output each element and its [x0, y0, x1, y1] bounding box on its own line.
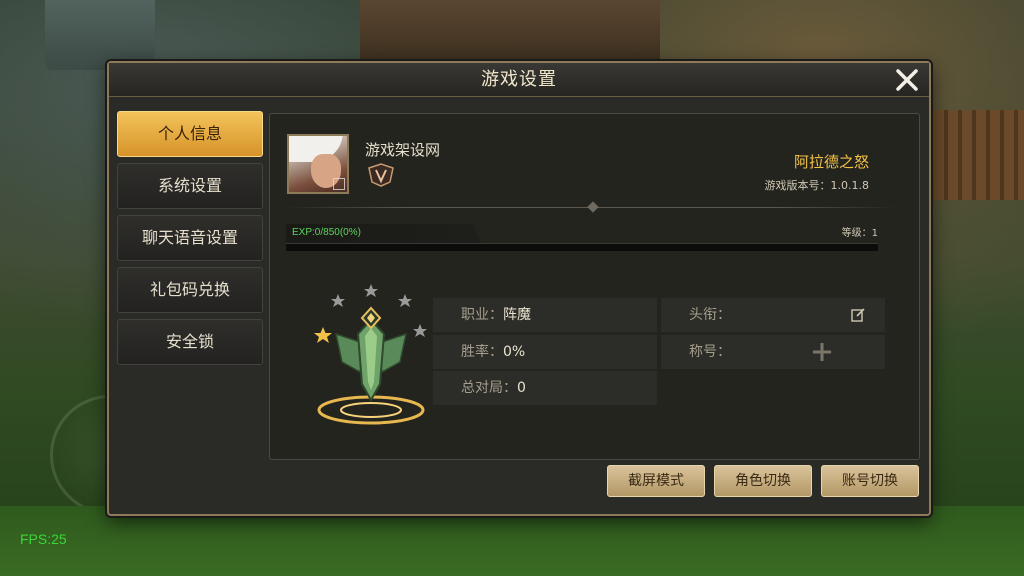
rank-emblem-icon: [314, 284, 427, 425]
background-tower: [45, 0, 155, 70]
game-settings-dialog: 游戏设置 个人信息 系统设置 聊天语音设置 礼包码兑换 安全锁 游戏架设网 阿拉…: [107, 61, 931, 516]
menu-item-security-lock[interactable]: 安全锁: [117, 319, 263, 365]
game-version: 游戏版本号：1.0.1.8: [764, 179, 869, 192]
exp-track: [286, 243, 878, 251]
menu-item-system-settings[interactable]: 系统设置: [117, 163, 263, 209]
plus-icon[interactable]: [811, 341, 833, 363]
total-matches-value: 0: [517, 380, 526, 396]
total-matches-stat: 总对局：0: [433, 371, 657, 405]
switch-character-button[interactable]: 角色切换: [714, 465, 812, 497]
nickname-label: 称号：: [689, 344, 731, 360]
dialog-header: 游戏设置: [109, 63, 929, 97]
star-icon: [314, 327, 332, 343]
avatar[interactable]: [287, 134, 349, 194]
background-fence: [934, 110, 1024, 200]
winrate-stat: 胜率：0%: [433, 335, 657, 369]
exp-text: EXP:0/850(0%): [292, 227, 361, 238]
menu-item-personal-info[interactable]: 个人信息: [117, 111, 263, 157]
nickname-stat: 称号：: [661, 335, 885, 369]
dialog-title: 游戏设置: [481, 69, 557, 90]
server-name: 阿拉德之怒: [793, 153, 869, 171]
menu-item-chat-voice-settings[interactable]: 聊天语音设置: [117, 215, 263, 261]
divider-ornament: [587, 201, 599, 213]
edit-icon: [333, 178, 345, 190]
personal-info-panel: 游戏架设网 阿拉德之怒 游戏版本号：1.0.1.8 EXP:0/850(0%) …: [269, 113, 920, 460]
head-title-stat: 头衔：: [661, 298, 885, 332]
winrate-label: 胜率：: [461, 344, 503, 360]
menu-item-gift-code[interactable]: 礼包码兑换: [117, 267, 263, 313]
rank-badge-icon: [368, 163, 394, 187]
close-button[interactable]: [893, 66, 921, 94]
winrate-value: 0%: [503, 344, 526, 360]
switch-account-button[interactable]: 账号切换: [821, 465, 919, 497]
job-stat: 职业：阵魔: [433, 298, 657, 332]
close-icon: [896, 69, 918, 91]
head-title-label: 头衔：: [689, 307, 731, 323]
background-grass: [0, 506, 1024, 576]
exp-bar: EXP:0/850(0%) 等级：1: [286, 221, 878, 251]
level-text: 等级：1: [841, 228, 878, 239]
job-label: 职业：: [461, 307, 503, 323]
edit-icon[interactable]: [851, 308, 865, 322]
player-name: 游戏架设网: [365, 141, 441, 159]
background-house: [360, 0, 660, 60]
screenshot-mode-button[interactable]: 截屏模式: [607, 465, 705, 497]
fps-counter: FPS:25: [20, 531, 67, 547]
total-matches-label: 总对局：: [461, 380, 517, 396]
job-value: 阵魔: [503, 307, 531, 323]
settings-side-menu: 个人信息 系统设置 聊天语音设置 礼包码兑换 安全锁: [117, 111, 263, 371]
